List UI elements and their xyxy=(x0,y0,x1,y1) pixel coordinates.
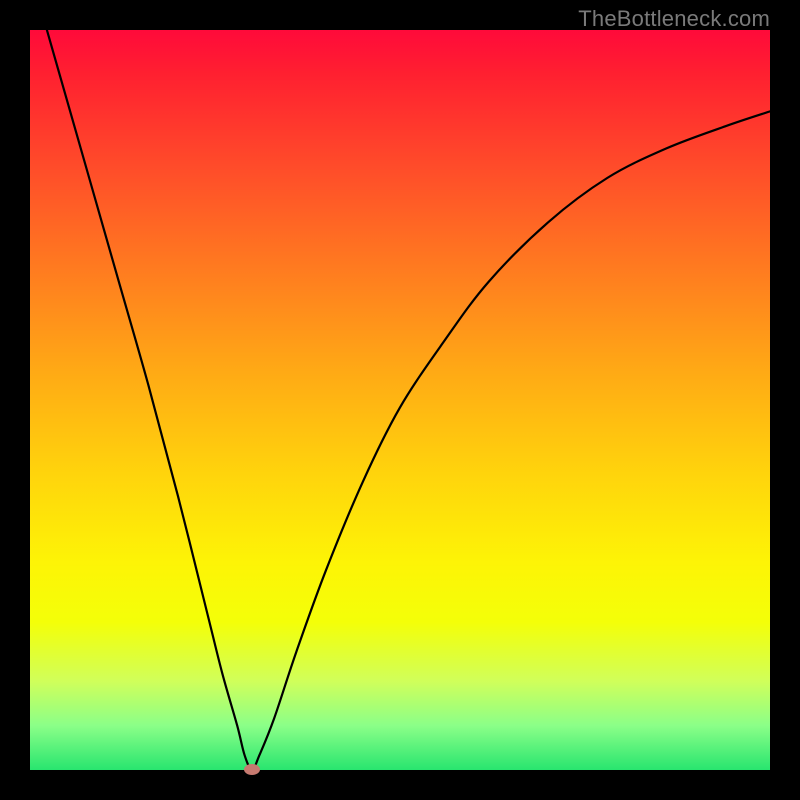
watermark-text: TheBottleneck.com xyxy=(578,6,770,32)
chart-frame: TheBottleneck.com xyxy=(0,0,800,800)
plot-area xyxy=(30,30,770,770)
optimal-point-marker xyxy=(244,764,260,775)
bottleneck-curve xyxy=(30,30,770,770)
